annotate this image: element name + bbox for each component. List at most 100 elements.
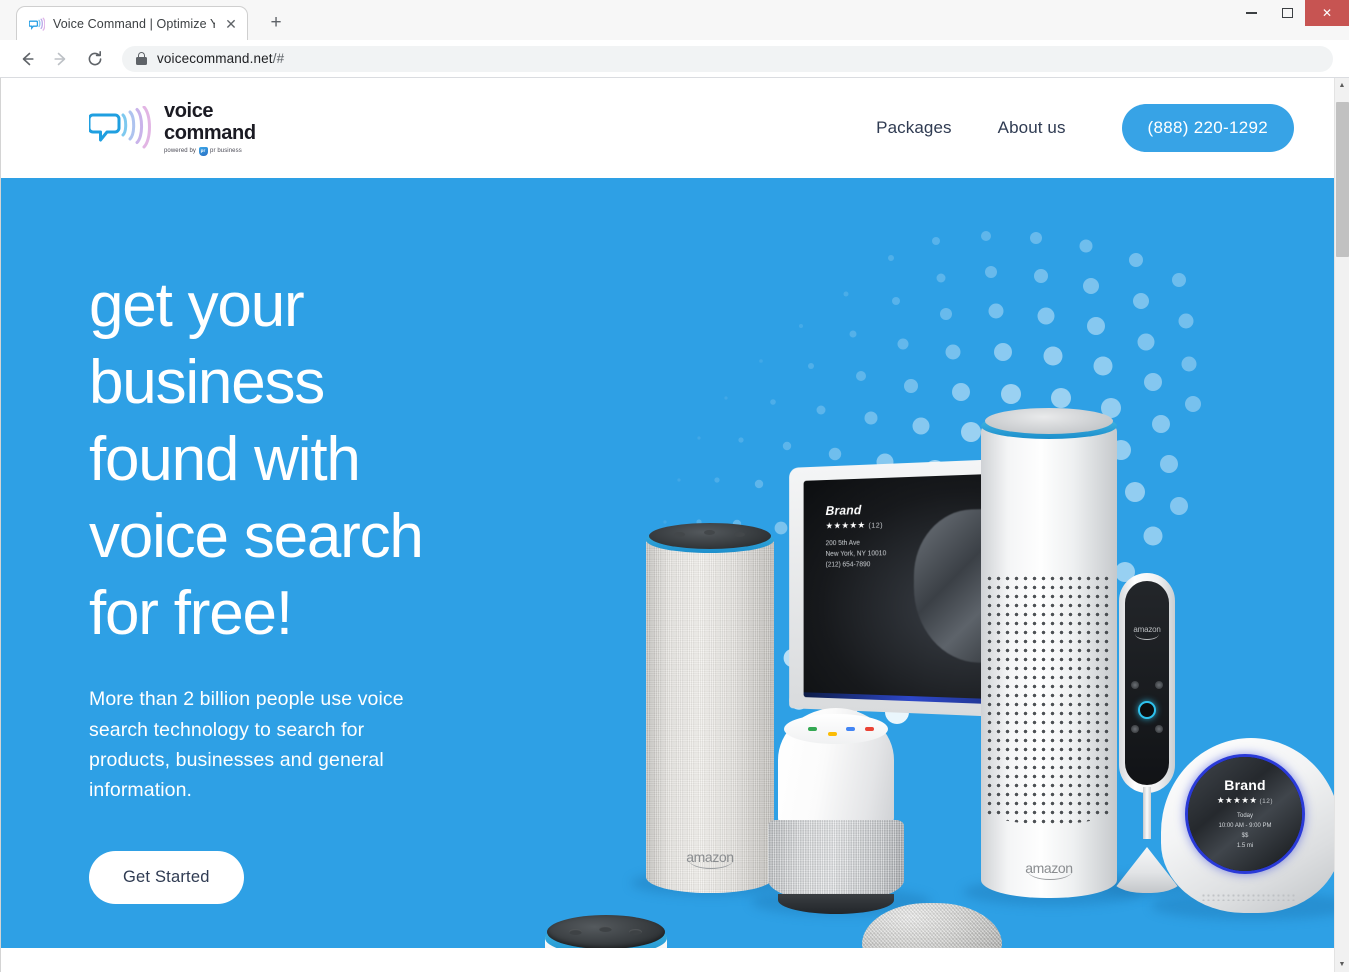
phone-cta-button[interactable]: (888) 220-1292	[1121, 104, 1294, 152]
echo-look-stand-stem	[1143, 787, 1151, 839]
get-started-button[interactable]: Get Started	[89, 851, 244, 905]
echo-look-mic	[1131, 681, 1139, 689]
logo-wordmark: voice command powered by pr pr business	[164, 101, 256, 156]
google-home-mini-device	[856, 903, 1008, 948]
browser-tab[interactable]: Voice Command | Optimize Your ✕	[16, 6, 248, 40]
hero-content: get your business found with voice searc…	[1, 178, 471, 905]
google-home-mini-fabric	[862, 903, 1002, 948]
echo-look-stand-base	[1111, 847, 1183, 893]
logo-line-1: voice	[164, 99, 214, 122]
new-tab-button[interactable]: +	[262, 9, 290, 37]
echo-plus-speaker-grille	[985, 574, 1113, 824]
amazon-echo-dot-device: amazon	[545, 913, 667, 948]
tab-strip: Voice Command | Optimize Your ✕ + ✕	[0, 0, 1349, 40]
spot-listing-stars: ★★★★★	[1216, 794, 1258, 805]
forward-button[interactable]	[46, 44, 76, 74]
page-scrollbar[interactable]: ▲ ▼	[1334, 78, 1349, 972]
scrollbar-thumb[interactable]	[1335, 102, 1349, 257]
scroll-down-arrow-icon[interactable]: ▼	[1335, 957, 1349, 972]
nav-link-packages[interactable]: Packages	[876, 118, 951, 138]
echo-show-business-listing: Brand ★★★★★ (12) 200 5th Ave New York, NY…	[826, 502, 887, 571]
back-button[interactable]	[12, 44, 42, 74]
tab-title: Voice Command | Optimize Your	[53, 16, 215, 31]
speech-bubble-waves-icon	[87, 105, 155, 150]
echo-look-mic	[1155, 725, 1163, 733]
spot-listing-distance: 1.5 mi	[1236, 843, 1254, 850]
google-home-device	[766, 708, 906, 918]
page-viewport: voice command powered by pr pr business …	[0, 78, 1349, 972]
spot-listing-price: $$	[1241, 833, 1249, 839]
hero-heading-line-4: voice search	[89, 501, 424, 571]
echo-look-amazon-wordmark: amazon	[1133, 625, 1161, 634]
echo-look-camera-lens-icon	[1138, 701, 1156, 719]
echo-body	[646, 537, 774, 893]
url-path: /#	[272, 51, 285, 66]
echo-dot-volume-down-button	[569, 929, 582, 935]
pr-business-shield-icon: pr	[198, 146, 208, 156]
listing-review-count: (12)	[868, 520, 884, 530]
amazon-echo-fabric-device: amazon	[646, 523, 774, 893]
window-controls: ✕	[1233, 0, 1349, 26]
address-bar[interactable]: voicecommand.net/#	[122, 45, 1333, 72]
listing-brand-name: Brand	[825, 502, 862, 518]
hero-section: get your business found with voice searc…	[1, 178, 1334, 948]
echo-volume-button	[674, 532, 685, 537]
url-domain: voicecommand.net	[157, 51, 273, 66]
logo-line-2: command	[164, 121, 256, 144]
listing-address-line-1: 200 5th Ave	[825, 539, 860, 548]
google-led-red	[865, 727, 874, 731]
spot-listing-details: Today 10:00 AM - 9:00 PM $$ 1.5 mi	[1218, 811, 1271, 852]
echo-look-mic	[1131, 725, 1139, 733]
google-led-yellow	[828, 732, 837, 736]
echo-plus-top-surface	[985, 408, 1113, 434]
minimize-window-button[interactable]	[1233, 0, 1269, 26]
spot-listing-review-count: (12)	[1259, 797, 1274, 805]
echo-spot-display: Brand ★★★★★ (12) Today 10:00 AM - 9:00 PM…	[1185, 754, 1305, 874]
google-home-mesh-texture	[768, 820, 904, 902]
scroll-up-arrow-icon[interactable]: ▲	[1335, 78, 1349, 93]
echo-plus-body	[981, 424, 1117, 898]
echo-dot-action-button	[599, 926, 612, 932]
amazon-echo-plus-device: amazon	[981, 408, 1117, 898]
echo-mute-button	[734, 532, 745, 537]
browser-toolbar: voicecommand.net/#	[0, 40, 1349, 78]
hero-heading-line-1: get your	[89, 271, 305, 340]
google-led-blue	[846, 727, 855, 731]
maximize-window-button[interactable]	[1269, 0, 1305, 26]
site-header: voice command powered by pr pr business …	[1, 78, 1334, 178]
voice-device-cluster-image: Brand ★★★★★ (12) 200 5th Ave New York, NY…	[501, 408, 1334, 948]
close-window-button[interactable]: ✕	[1305, 0, 1349, 26]
google-led-green	[808, 727, 817, 731]
hero-heading: get your business found with voice searc…	[89, 268, 471, 652]
hero-heading-line-2: business	[89, 347, 325, 417]
nav-link-about-us[interactable]: About us	[998, 118, 1066, 138]
close-tab-icon[interactable]: ✕	[223, 16, 239, 32]
listing-star-rating: ★★★★★ (12)	[826, 520, 887, 532]
scrollbar-track[interactable]	[1335, 93, 1349, 957]
hero-heading-line-3: found with	[89, 424, 361, 494]
reload-button[interactable]	[80, 44, 110, 74]
listing-address-line-2: New York, NY 10010	[825, 550, 887, 558]
hero-heading-line-5: for free!	[89, 578, 293, 648]
echo-fabric-texture	[646, 537, 774, 893]
amazon-echo-spot-device: Brand ★★★★★ (12) Today 10:00 AM - 9:00 PM…	[1161, 738, 1334, 913]
spot-listing-today-label: Today	[1236, 812, 1253, 819]
echo-spot-speaker-vent	[1201, 893, 1297, 901]
lock-icon	[136, 52, 147, 65]
spot-listing-hours: 10:00 AM - 9:00 PM	[1218, 822, 1272, 829]
echo-dot-mute-button	[629, 929, 642, 935]
echo-top-surface	[649, 523, 771, 549]
listing-address: 200 5th Ave New York, NY 10010 (212) 654…	[826, 538, 887, 571]
echo-spot-business-listing: Brand ★★★★★ (12) Today 10:00 AM - 9:00 PM…	[1188, 757, 1302, 871]
listing-phone: (212) 654-7890	[825, 561, 871, 569]
main-navigation: Packages About us (888) 220-1292	[876, 104, 1294, 152]
spot-listing-brand-name: Brand	[1224, 776, 1266, 793]
page-bottom-edge	[1, 948, 1334, 970]
google-home-fabric-base	[768, 820, 904, 902]
url-text: voicecommand.net/#	[157, 51, 284, 66]
logo-tagline-prefix: powered by	[164, 148, 197, 154]
hero-paragraph: More than 2 billion people use voice sea…	[89, 688, 404, 802]
site-logo[interactable]: voice command powered by pr pr business	[87, 101, 256, 156]
logo-tagline-suffix: pr business	[210, 148, 242, 154]
voice-command-favicon-icon	[28, 16, 46, 32]
